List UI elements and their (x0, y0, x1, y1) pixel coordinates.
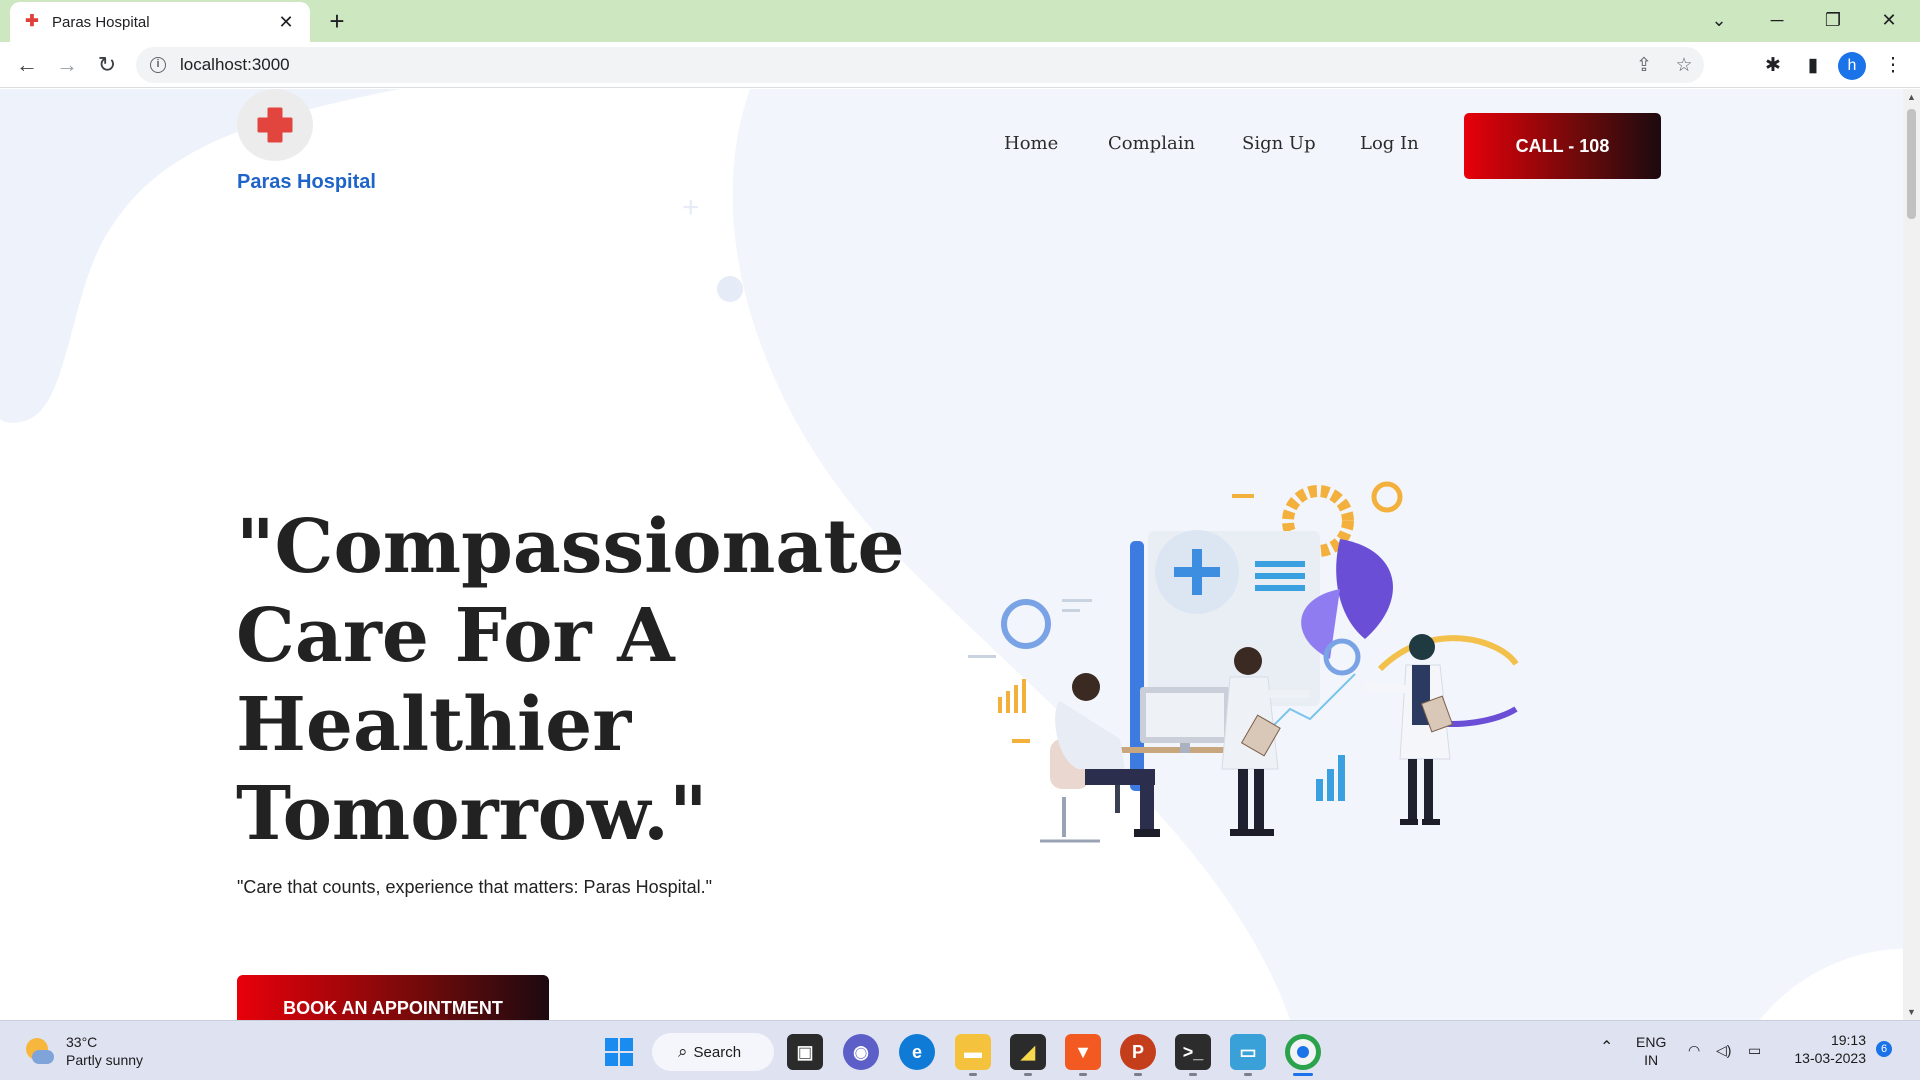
browser-tab-strip: ✚ Paras Hospital ✕ + ⌄ ─ ❐ ✕ (0, 0, 1920, 42)
running-indicator (1189, 1073, 1197, 1076)
extensions-icon[interactable]: ✱ (1756, 48, 1790, 82)
windows-taskbar: 33°C Partly sunny ⌕ Search ▣ ◉ e ▬ ◢ ▼ P… (0, 1020, 1920, 1080)
partly-sunny-icon (24, 1036, 54, 1066)
explorer-icon[interactable]: ▬ (955, 1034, 991, 1070)
close-tab-icon[interactable]: ✕ (276, 12, 296, 33)
new-tab-button[interactable]: + (322, 6, 352, 36)
clock[interactable]: 19:13 13-03-2023 (1784, 1031, 1866, 1067)
page-scrollbar[interactable]: ▲ ▼ (1903, 89, 1920, 1020)
close-window-icon[interactable]: ✕ (1862, 0, 1916, 40)
show-hidden-icons[interactable]: ⌃ (1600, 1039, 1613, 1057)
call-button[interactable]: CALL - 108 (1464, 113, 1661, 179)
remote-desktop-icon[interactable]: ▭ (1230, 1034, 1266, 1070)
sticky-notes-icon[interactable]: ◢ (1010, 1034, 1046, 1070)
volume-icon[interactable]: ◁) (1716, 1041, 1731, 1059)
scroll-down-icon[interactable]: ▼ (1903, 1004, 1920, 1020)
brave-icon[interactable]: ▼ (1065, 1034, 1101, 1070)
task-view-icon[interactable]: ▣ (787, 1034, 823, 1070)
menu-icon[interactable]: ⋮ (1876, 48, 1910, 82)
minimize-icon[interactable]: ─ (1750, 0, 1804, 40)
running-indicator (1024, 1073, 1032, 1076)
wifi-icon[interactable]: ◠ (1688, 1041, 1700, 1059)
medical-cross-icon: ✚ (25, 13, 39, 30)
browser-toolbar: ← → ↻ i localhost:3000 ⇪ ☆ ✱ ▮ ⋮ (0, 42, 1920, 88)
weather-widget[interactable]: 33°C Partly sunny (24, 1033, 143, 1069)
clock-date: 13-03-2023 (1794, 1050, 1866, 1066)
edge-icon[interactable]: e (899, 1034, 935, 1070)
tab-search-icon[interactable]: ⌄ (1692, 0, 1746, 40)
restore-icon[interactable]: ❐ (1806, 0, 1860, 40)
medical-team-illustration (968, 481, 1519, 843)
language-indicator[interactable]: ENG IN (1636, 1033, 1666, 1069)
clock-time: 19:13 (1830, 1032, 1866, 1048)
scroll-up-icon[interactable]: ▲ (1903, 89, 1920, 105)
logo[interactable] (237, 89, 313, 161)
notification-badge[interactable]: 6 (1876, 1041, 1892, 1057)
tab-title: Paras Hospital (52, 13, 150, 31)
share-icon[interactable]: ⇪ (1624, 54, 1664, 77)
hero-subtitle: "Care that counts, experience that matte… (237, 877, 713, 897)
search-icon: ⌕ (678, 1042, 688, 1061)
page-viewport: + Paras Hospital Home Complain Sign Up L… (0, 89, 1903, 1020)
running-indicator (1134, 1073, 1142, 1076)
nav-complain[interactable]: Complain (1108, 133, 1195, 154)
running-indicator (969, 1073, 977, 1076)
nav-sign-up[interactable]: Sign Up (1242, 133, 1316, 154)
star-icon[interactable]: ☆ (1664, 54, 1704, 77)
hero-title: "Compassionate Care For A Healthier Tomo… (236, 504, 905, 857)
chrome-icon[interactable] (1285, 1034, 1321, 1070)
nav-home[interactable]: Home (1004, 133, 1058, 154)
scroll-thumb[interactable] (1907, 109, 1916, 219)
brand-name[interactable]: Paras Hospital (237, 171, 376, 194)
nav-log-in[interactable]: Log In (1360, 133, 1419, 154)
search-label: Search (693, 1043, 742, 1061)
sidepanel-icon[interactable]: ▮ (1796, 48, 1830, 82)
running-indicator (1079, 1073, 1087, 1076)
chat-icon[interactable]: ◉ (843, 1034, 879, 1070)
lang-bottom: IN (1644, 1052, 1659, 1068)
book-appointment-button[interactable]: BOOK AN APPOINTMENT (237, 975, 549, 1020)
back-icon[interactable]: ← (10, 48, 44, 82)
svg-text:+: + (682, 191, 700, 224)
url-text[interactable]: localhost:3000 (180, 55, 1624, 75)
reload-icon[interactable]: ↻ (90, 48, 124, 82)
forward-icon[interactable]: → (50, 48, 84, 82)
info-icon[interactable]: i (150, 57, 166, 73)
windows-start-icon[interactable] (601, 1034, 637, 1070)
medical-cross-icon (257, 107, 293, 143)
powerpoint-icon[interactable]: P (1120, 1034, 1156, 1070)
terminal-icon[interactable]: >_ (1175, 1034, 1211, 1070)
active-indicator (1293, 1073, 1313, 1076)
battery-icon[interactable]: ▭ (1748, 1041, 1761, 1059)
browser-tab[interactable]: ✚ Paras Hospital ✕ (10, 2, 310, 42)
lang-top: ENG (1636, 1034, 1667, 1050)
taskbar-search[interactable]: ⌕ Search (652, 1033, 774, 1071)
weather-desc: Partly sunny (66, 1052, 144, 1068)
profile-avatar[interactable]: h (1838, 52, 1866, 80)
weather-temp: 33°C (66, 1034, 98, 1050)
address-bar[interactable]: i localhost:3000 ⇪ ☆ (136, 47, 1704, 83)
running-indicator (1244, 1073, 1252, 1076)
